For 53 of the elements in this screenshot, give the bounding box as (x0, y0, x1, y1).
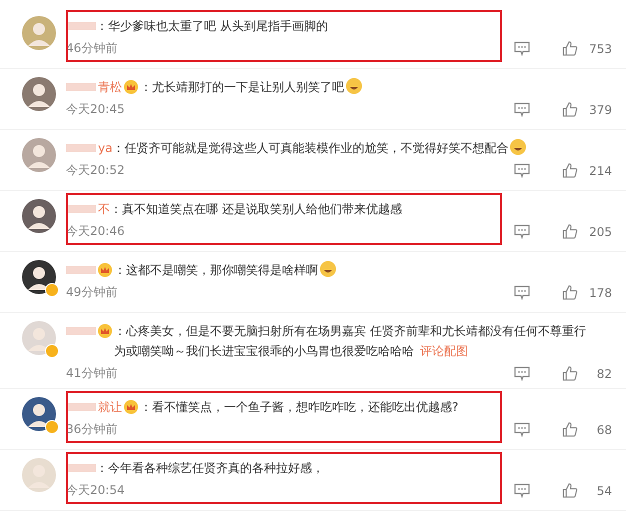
blurred-username (66, 205, 96, 213)
like-count: 753 (588, 42, 612, 56)
username-link[interactable]: 就让 (98, 397, 122, 417)
like-count: 205 (588, 224, 612, 238)
like-count: 54 (596, 484, 612, 498)
blurred-username (66, 327, 96, 335)
comment-time: 今天20:52 (66, 162, 125, 179)
like-count: 178 (588, 286, 612, 300)
comment-text: ：真不知道笑点在哪 还是说取笑别人给他们带来优越感 (110, 201, 403, 218)
like-count: 82 (596, 366, 612, 380)
comment-icon[interactable] (514, 163, 530, 178)
comment-icon[interactable] (514, 41, 530, 56)
comment-image-link[interactable]: 评论配图 (420, 344, 468, 358)
blurred-username (66, 22, 96, 30)
username-link[interactable]: 青松 (98, 77, 122, 97)
comment-text: ：今年看各种综艺任贤齐真的各种拉好感， (96, 460, 325, 477)
username-link[interactable]: ya (98, 138, 112, 158)
comment-icon[interactable] (514, 224, 530, 239)
comment-text: ：尤长靖那打的一下是让别人别笑了吧 (140, 77, 612, 97)
username-link[interactable]: 不 (98, 199, 110, 219)
thumbs-up-icon[interactable] (562, 422, 578, 437)
thumbs-up-icon[interactable] (562, 163, 578, 178)
comment-text: ：华少爹味也太重了吧 从头到尾指手画脚的 (96, 18, 329, 35)
comment-time: 49分钟前 (66, 284, 118, 301)
comment-time: 41分钟前 (66, 365, 118, 382)
blurred-username (66, 464, 96, 472)
like-count: 68 (596, 422, 612, 436)
thumbs-up-icon[interactable] (562, 224, 578, 239)
blurred-username (66, 83, 96, 91)
comment-text: ：看不懂笑点，一个鱼子酱，想咋吃咋吃，还能吃出优越感? (140, 399, 460, 416)
avatar[interactable] (22, 199, 56, 233)
like-count: 379 (588, 102, 612, 116)
comment-icon[interactable] (514, 366, 530, 381)
comment-time: 今天20:45 (66, 101, 125, 118)
avatar[interactable] (22, 397, 56, 431)
comment-text: ：心疼美女，但是不要无脑扫射所有在场男嘉宾 任贤齐前辈和尤长靖都没有任何不尊重行为或嘲笑呦～我们长进宝宝很乖的小鸟胃也很爱吃哈哈哈 评论配图 (114, 323, 587, 360)
blurred-username (66, 403, 96, 411)
comment-icon[interactable] (514, 422, 530, 437)
comment-text: ：任贤齐可能就是觉得这些人可真能装模作业的尬笑，不觉得好笑不想配合 (112, 138, 612, 158)
comment-text: ：这都不是嘲笑，那你嘲笑得是啥样啊 (114, 260, 612, 280)
comment-icon[interactable] (514, 483, 530, 498)
comment-time: 36分钟前 (66, 421, 118, 438)
comment-icon[interactable] (514, 285, 530, 300)
blurred-username (66, 266, 96, 274)
thumbs-up-icon[interactable] (562, 102, 578, 117)
blurred-username (66, 144, 96, 152)
thumbs-up-icon[interactable] (562, 483, 578, 498)
like-count: 214 (588, 164, 612, 178)
avatar[interactable] (22, 260, 56, 294)
thumbs-up-icon[interactable] (562, 366, 578, 381)
thumbs-up-icon[interactable] (562, 41, 578, 56)
thumbs-up-icon[interactable] (562, 285, 578, 300)
comment-icon[interactable] (514, 102, 530, 117)
